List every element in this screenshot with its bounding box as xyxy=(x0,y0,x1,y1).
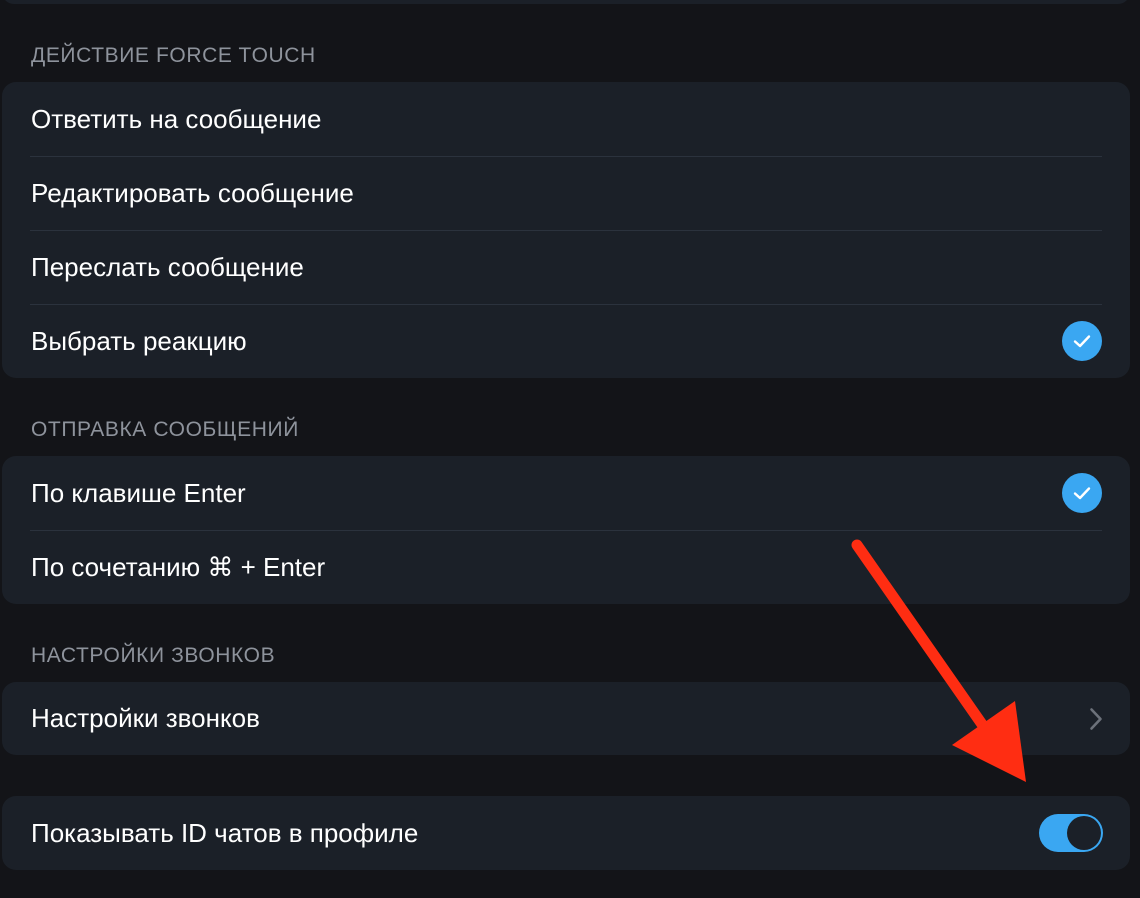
option-forward-message[interactable]: Переслать сообщение xyxy=(2,230,1130,304)
option-show-chat-id[interactable]: Показывать ID чатов в профиле xyxy=(2,796,1130,870)
option-edit-message[interactable]: Редактировать сообщение xyxy=(2,156,1130,230)
option-call-settings[interactable]: Настройки звонков xyxy=(2,682,1130,755)
force-touch-group: Ответить на сообщение Редактировать сооб… xyxy=(2,82,1130,378)
option-label: Настройки звонков xyxy=(31,703,260,733)
section-header-send-messages: ОТПРАВКА СООБЩЕНИЙ xyxy=(31,418,299,441)
profile-id-group: Показывать ID чатов в профиле xyxy=(2,796,1130,870)
option-reply-message[interactable]: Ответить на сообщение xyxy=(2,82,1130,156)
section-header-force-touch: ДЕЙСТВИЕ FORCE TOUCH xyxy=(31,44,316,67)
show-chat-id-toggle[interactable] xyxy=(1039,814,1103,852)
option-send-enter[interactable]: По клавише Enter xyxy=(2,456,1130,530)
section-header-calls: НАСТРОЙКИ ЗВОНКОВ xyxy=(31,644,276,667)
option-label: Редактировать сообщение xyxy=(31,177,354,208)
toggle-knob xyxy=(1067,816,1101,850)
option-label: Показывать ID чатов в профиле xyxy=(31,817,419,848)
checkmark-icon xyxy=(1062,473,1102,513)
chevron-right-icon xyxy=(1084,705,1108,733)
calls-group: Настройки звонков xyxy=(2,682,1130,755)
option-label: Выбрать реакцию xyxy=(31,325,247,356)
option-choose-reaction[interactable]: Выбрать реакцию xyxy=(2,304,1130,378)
option-label: По клавише Enter xyxy=(31,477,246,508)
previous-group-edge xyxy=(2,0,1130,4)
send-messages-group: По клавише Enter По сочетанию ⌘ + Enter xyxy=(2,456,1130,604)
checkmark-icon xyxy=(1062,321,1102,361)
option-send-cmd-enter[interactable]: По сочетанию ⌘ + Enter xyxy=(2,530,1130,604)
option-label: Переслать сообщение xyxy=(31,251,304,282)
option-label: По сочетанию ⌘ + Enter xyxy=(31,551,326,582)
option-label: Ответить на сообщение xyxy=(31,103,322,134)
